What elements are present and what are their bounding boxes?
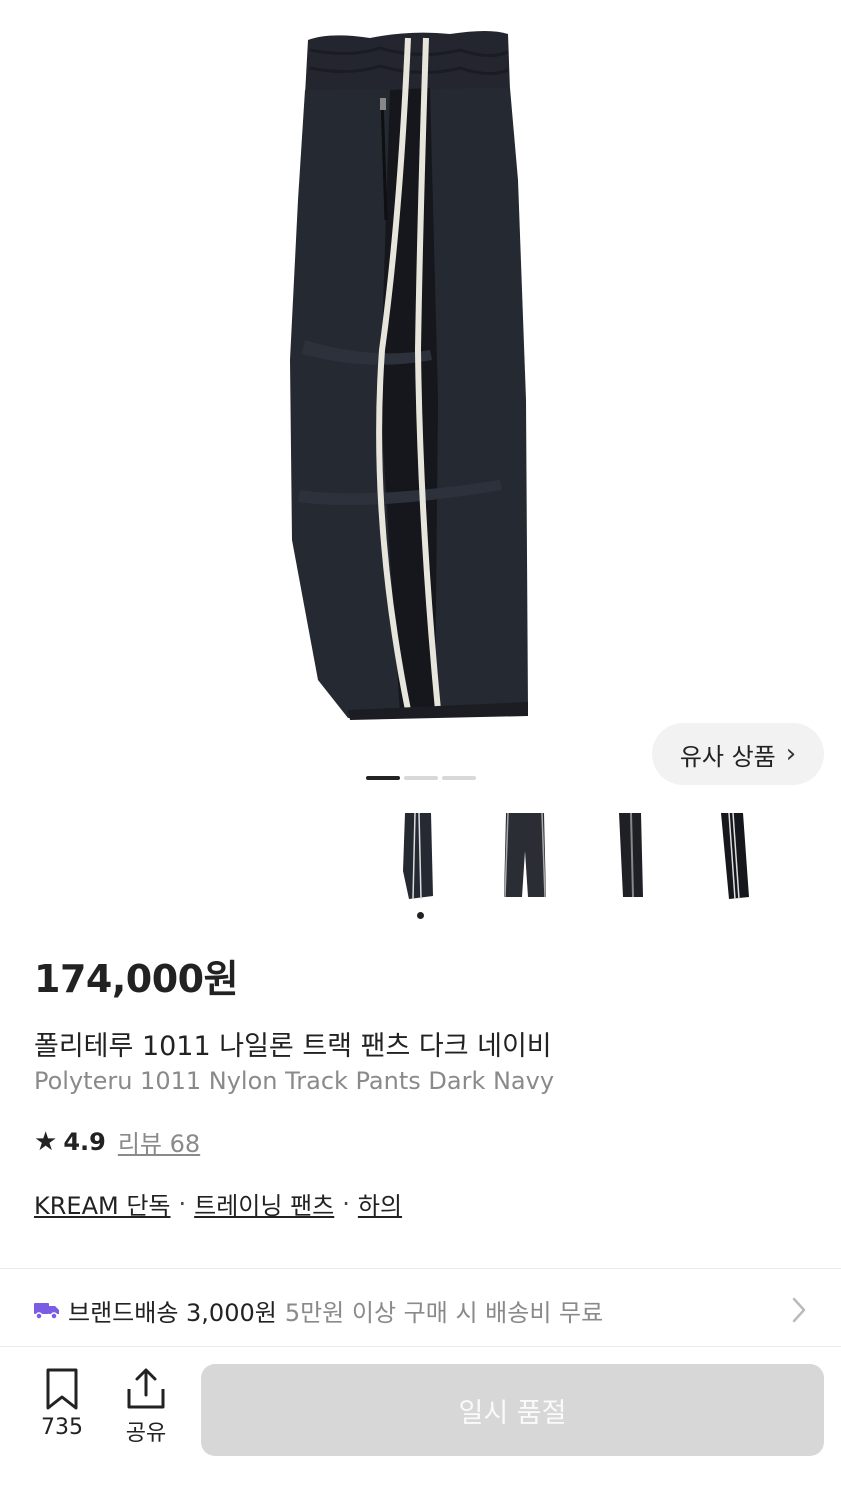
thumbnail-5[interactable] xyxy=(790,808,841,904)
share-button[interactable]: 공유 xyxy=(114,1367,178,1447)
product-name-en: Polyteru 1011 Nylon Track Pants Dark Nav… xyxy=(34,1067,555,1095)
shipping-note: 5만원 이상 구매 시 배송비 무료 xyxy=(284,1298,604,1327)
bookmark-button[interactable]: 735 xyxy=(30,1367,94,1440)
thumbnail-2[interactable] xyxy=(480,808,570,904)
rating-row: ★ 4.9 리뷰 68 xyxy=(34,1124,200,1159)
gallery-indicator-2 xyxy=(404,776,438,780)
product-price: 174,000원 xyxy=(34,957,239,1001)
soldout-button[interactable]: 일시 품절 xyxy=(201,1364,824,1456)
product-name-ko: 폴리테루 1011 나일론 트랙 팬츠 다크 네이비 xyxy=(34,1031,552,1062)
tag-separator: · xyxy=(342,1189,350,1218)
share-label: 공유 xyxy=(125,1421,167,1446)
thumbnail-4[interactable] xyxy=(690,808,780,904)
thumbnail-1[interactable] xyxy=(374,808,464,904)
bottom-action-bar: 735 공유 일시 품절 xyxy=(0,1346,841,1500)
selected-thumbnail-dot xyxy=(417,912,424,919)
tag-separator: · xyxy=(178,1189,187,1218)
tag-kream-exclusive[interactable]: KREAM 단독 xyxy=(34,1186,171,1221)
bookmark-count: 735 xyxy=(41,1415,83,1440)
section-divider xyxy=(0,1268,841,1269)
rating-score: 4.9 xyxy=(63,1127,106,1156)
bookmark-icon xyxy=(46,1368,78,1410)
share-icon xyxy=(127,1368,165,1409)
tag-training-pants[interactable]: 트레이닝 팬츠 xyxy=(194,1186,334,1221)
shipping-info-row[interactable]: 브랜드배송 3,000원 5만원 이상 구매 시 배송비 무료 xyxy=(0,1276,841,1344)
reviews-link[interactable]: 리뷰 68 xyxy=(118,1124,200,1159)
product-image-gallery[interactable]: 유사 상품 › xyxy=(0,0,841,800)
category-tags: KREAM 단독 · 트레이닝 팬츠 · 하의 xyxy=(34,1186,402,1221)
truck-icon xyxy=(34,1303,59,1320)
similar-products-label: 유사 상품 xyxy=(679,742,776,771)
thumbnail-strip xyxy=(0,808,841,908)
shipping-label: 브랜드배송 3,000원 xyxy=(68,1298,277,1327)
gallery-indicator-1 xyxy=(366,776,400,780)
thumbnail-3[interactable] xyxy=(586,808,676,904)
star-icon: ★ xyxy=(34,1126,58,1157)
gallery-indicator-3 xyxy=(442,776,476,780)
chevron-right-icon: › xyxy=(785,739,797,769)
product-image[interactable] xyxy=(270,20,570,720)
tag-bottoms[interactable]: 하의 xyxy=(358,1186,402,1221)
chevron-right-icon xyxy=(792,1297,806,1323)
similar-products-button[interactable]: 유사 상품 › xyxy=(652,723,824,785)
